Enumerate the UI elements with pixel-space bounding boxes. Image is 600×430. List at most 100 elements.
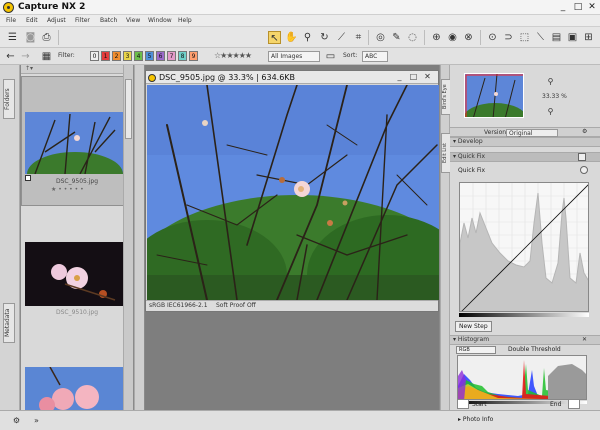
expand-icon[interactable]: » — [30, 414, 43, 427]
scrollbar-thumb[interactable] — [125, 79, 132, 139]
reset-step-icon[interactable] — [580, 166, 588, 174]
settings-icon[interactable]: ⚙ — [582, 128, 587, 136]
thumbnail-checkbox[interactable] — [25, 175, 31, 181]
settings-icon[interactable]: ⚙ — [10, 414, 23, 427]
selection-brush-icon[interactable]: ⟍ — [534, 31, 547, 44]
menu-filter[interactable]: Filter — [75, 17, 90, 24]
curves-gradient-bar — [459, 313, 589, 317]
zoom-tool-icon[interactable]: ⚲ — [301, 31, 314, 44]
thumbnail-image[interactable] — [25, 112, 123, 174]
develop-section-header[interactable]: ▾ Develop — [450, 137, 600, 147]
color-control-point-icon[interactable]: ⊕ — [430, 31, 443, 44]
folders-tab[interactable]: Folders — [3, 79, 15, 119]
image-status-bar: sRGB IEC61966-2.1 Soft Proof Off — [146, 300, 438, 311]
toolbar-divider — [58, 30, 59, 45]
end-swatch[interactable] — [568, 399, 580, 409]
menu-view[interactable]: View — [126, 17, 140, 24]
toolbar-divider — [368, 30, 369, 45]
menu-file[interactable]: File — [6, 17, 16, 24]
camera-icon[interactable]: ◙ — [24, 31, 37, 44]
menu-edit[interactable]: Edit — [26, 17, 38, 24]
photo-info-header[interactable]: ▸ Photo Info — [458, 416, 493, 423]
toolbar-divider — [480, 30, 481, 45]
histogram-channel-dropdown[interactable]: RGB — [456, 346, 496, 354]
double-threshold-checkbox[interactable]: Double Threshold — [508, 346, 561, 353]
histogram-section-header[interactable]: ▾ Histogram ✕ — [450, 335, 600, 345]
lasso-icon[interactable]: ⊃ — [502, 31, 515, 44]
print-icon[interactable]: ⎙ — [40, 31, 53, 44]
crop-tool-icon[interactable]: ⌗ — [352, 31, 365, 44]
workspace-icon[interactable]: ☰ — [6, 31, 19, 44]
maximize-button[interactable]: □ — [571, 1, 585, 13]
menu-help[interactable]: Help — [178, 17, 192, 24]
filter-label: Filter: — [58, 52, 75, 59]
metadata-tab[interactable]: Metadata — [3, 303, 15, 343]
label-filter-5[interactable]: 5 — [145, 51, 154, 61]
right-side-strip: Bird's Eye Edit List — [440, 65, 453, 410]
label-filter-0[interactable]: 0 — [90, 51, 99, 61]
direct-select-tool-icon[interactable]: ↖ — [268, 31, 281, 44]
browser-pane: ↑▾ DSC_9505.jpg ★ • • • • • DSC_9510.jpg — [21, 65, 133, 410]
curves-graph[interactable] — [459, 182, 589, 312]
title-bar: Capture NX 2 _ □ ✕ — [0, 0, 600, 15]
label-filter-1[interactable]: 1 — [101, 51, 110, 61]
image-minimize-button[interactable]: _ — [394, 72, 405, 82]
image-display-icon[interactable]: ▭ — [324, 50, 337, 63]
rating-filter-stars[interactable]: ☆★★★★★ — [214, 51, 252, 60]
label-filter-8[interactable]: 8 — [178, 51, 187, 61]
soft-proof-dropdown[interactable]: Soft Proof Off — [216, 302, 256, 309]
white-point-icon[interactable]: ◌ — [406, 31, 419, 44]
label-filter-9[interactable]: 9 — [189, 51, 198, 61]
thumbnail-image[interactable] — [25, 367, 123, 410]
window-title: Capture NX 2 — [18, 2, 86, 12]
quick-fix-step[interactable]: ▾ Quick Fix — [450, 152, 600, 162]
image-window-title: DSC_9505.jpg @ 33.3% | 634.6KB — [159, 73, 296, 82]
selection-control-point-icon[interactable]: ⊙ — [486, 31, 499, 44]
browser-header[interactable]: ↑▾ — [21, 65, 133, 74]
edited-photo[interactable] — [147, 85, 439, 300]
image-close-button[interactable]: ✕ — [422, 72, 433, 82]
label-filter-6[interactable]: 6 — [156, 51, 165, 61]
thumbnail-image[interactable] — [25, 242, 123, 306]
start-swatch[interactable] — [457, 399, 469, 409]
step-enable-checkbox[interactable] — [578, 153, 586, 161]
close-icon[interactable]: ✕ — [582, 336, 587, 344]
thumbnail-rating[interactable]: ★ • • • • • — [51, 186, 84, 193]
thumbnail-caption: DSC_9510.jpg — [55, 309, 99, 316]
sort-dropdown[interactable]: ABC — [362, 51, 388, 62]
hand-tool-icon[interactable]: ✋ — [285, 31, 298, 44]
menu-adjust[interactable]: Adjust — [47, 17, 66, 24]
browser-scrollbar[interactable] — [123, 65, 133, 410]
label-filter-3[interactable]: 3 — [123, 51, 132, 61]
back-arrow-icon[interactable]: ← — [4, 50, 17, 63]
zoom-in-icon[interactable]: ⚲ — [544, 75, 557, 88]
auto-retouch-brush-icon[interactable]: ✎ — [390, 31, 403, 44]
close-button[interactable]: ✕ — [585, 1, 599, 13]
label-filter-7[interactable]: 7 — [167, 51, 176, 61]
red-eye-icon[interactable]: ◎ — [374, 31, 387, 44]
grid-icon[interactable]: ⊞ — [582, 31, 595, 44]
menu-window[interactable]: Window — [148, 17, 172, 24]
fill-icon[interactable]: ▣ — [566, 31, 579, 44]
label-filter-4[interactable]: 4 — [134, 51, 143, 61]
gradient-icon[interactable]: ▤ — [550, 31, 563, 44]
minimize-button[interactable]: _ — [556, 1, 570, 13]
rotate-icon[interactable]: ↻ — [318, 31, 331, 44]
birds-eye-thumbnail[interactable] — [464, 73, 524, 118]
zoom-out-icon[interactable]: ⚲ — [544, 105, 557, 118]
label-filter-2[interactable]: 2 — [112, 51, 121, 61]
zoom-percentage: 33.33 % — [542, 93, 567, 100]
image-maximize-button[interactable]: □ — [408, 72, 419, 82]
browse-icon[interactable]: ▦ — [40, 50, 53, 63]
red-eye-control-point-icon[interactable]: ⊗ — [462, 31, 475, 44]
versions-label: Version: — [484, 129, 509, 136]
versions-dropdown[interactable]: Original — [506, 129, 558, 137]
new-step-button[interactable]: New Step — [455, 321, 492, 332]
images-dropdown[interactable]: All Images — [268, 51, 320, 62]
black-control-point-icon[interactable]: ◉ — [446, 31, 459, 44]
marquee-icon[interactable]: ⬚ — [518, 31, 531, 44]
quick-fix-label: Quick Fix — [457, 153, 486, 160]
straighten-icon[interactable]: ⟋ — [335, 31, 348, 44]
forward-arrow-icon[interactable]: → — [19, 50, 32, 63]
menu-batch[interactable]: Batch — [100, 17, 117, 24]
